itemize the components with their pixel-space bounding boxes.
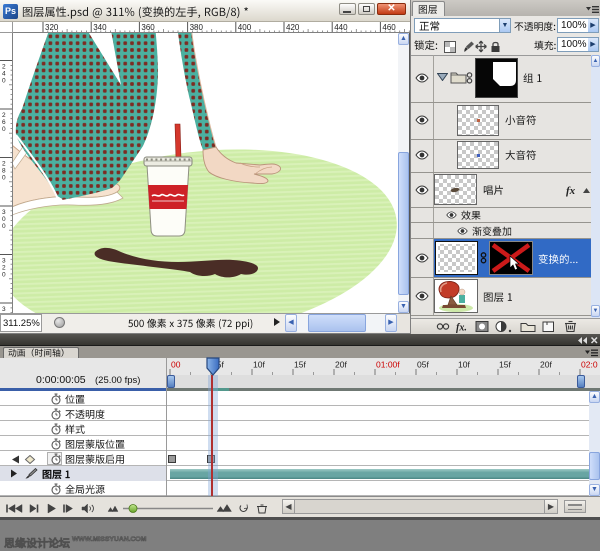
svg-text:05f: 05f xyxy=(417,360,429,370)
svg-text:400: 400 xyxy=(238,23,252,32)
svg-text:0: 0 xyxy=(2,175,6,182)
svg-text:420: 420 xyxy=(286,23,300,32)
svg-text:440: 440 xyxy=(334,23,348,32)
svg-text:0: 0 xyxy=(2,223,6,230)
svg-text:0: 0 xyxy=(2,272,6,279)
svg-text:10f: 10f xyxy=(253,360,265,370)
svg-text:3: 3 xyxy=(2,258,6,265)
svg-text:fx: fx xyxy=(566,185,576,197)
svg-text:15f: 15f xyxy=(499,360,511,370)
svg-text:460: 460 xyxy=(382,23,396,32)
svg-text:10f: 10f xyxy=(458,360,470,370)
svg-text:380: 380 xyxy=(190,23,204,32)
svg-text:3: 3 xyxy=(2,306,6,313)
svg-text:00: 00 xyxy=(171,360,181,370)
svg-text:2: 2 xyxy=(2,112,6,119)
svg-text:15f: 15f xyxy=(294,360,306,370)
svg-text:2: 2 xyxy=(2,64,6,71)
svg-text:340: 340 xyxy=(93,23,107,32)
svg-text:8: 8 xyxy=(2,168,6,175)
svg-text:4: 4 xyxy=(2,71,6,78)
svg-text:320: 320 xyxy=(45,23,59,32)
svg-text:fx.: fx. xyxy=(456,323,467,334)
svg-text:02:0: 02:0 xyxy=(581,360,598,370)
svg-text:20f: 20f xyxy=(540,360,552,370)
svg-text:01:00f: 01:00f xyxy=(376,360,400,370)
svg-text:20f: 20f xyxy=(335,360,347,370)
svg-text:0: 0 xyxy=(2,78,6,85)
svg-text:2: 2 xyxy=(2,265,6,272)
svg-text:0: 0 xyxy=(2,216,6,223)
svg-text:360: 360 xyxy=(141,23,155,32)
svg-text:2: 2 xyxy=(2,161,6,168)
svg-text:0: 0 xyxy=(2,126,6,133)
svg-text:3: 3 xyxy=(2,209,6,216)
svg-text:6: 6 xyxy=(2,119,6,126)
